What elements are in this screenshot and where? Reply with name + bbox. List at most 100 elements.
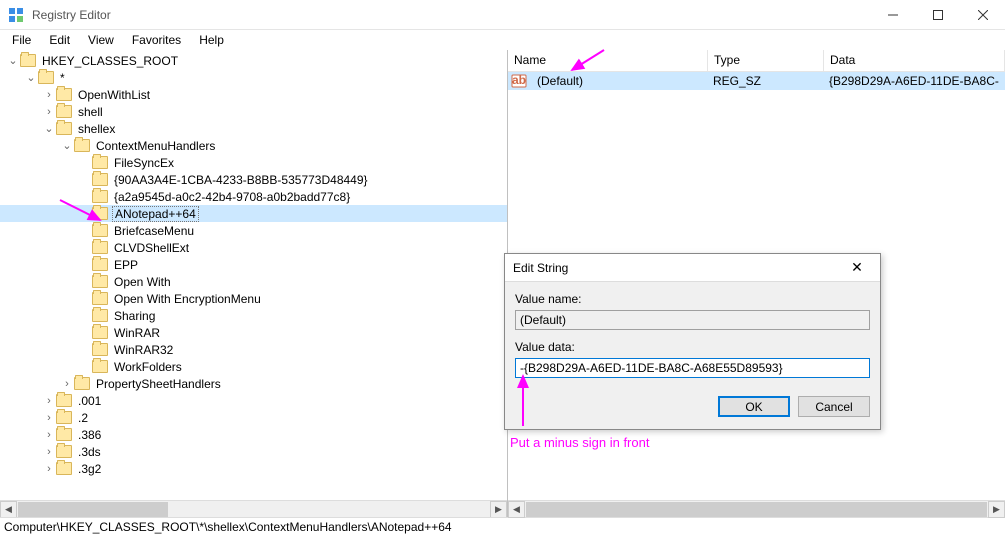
scroll-left-icon[interactable]: ◀ xyxy=(0,501,17,518)
scroll-right-icon[interactable]: ▶ xyxy=(988,501,1005,518)
tree-label: shell xyxy=(76,105,105,119)
tree-label: CLVDShellExt xyxy=(112,241,191,255)
values-header: Name Type Data xyxy=(508,50,1005,72)
tree-node-sibling[interactable]: ›.386 xyxy=(0,426,507,443)
tree-node-sibling[interactable]: ›.2 xyxy=(0,409,507,426)
tree-node-handler[interactable]: WinRAR32 xyxy=(0,341,507,358)
folder-icon xyxy=(92,292,108,305)
minimize-button[interactable] xyxy=(870,0,915,30)
tree-h-scrollbar[interactable]: ◀ ▶ xyxy=(0,500,507,517)
tree-node-handler[interactable]: BriefcaseMenu xyxy=(0,222,507,239)
main-area: ⌄HKEY_CLASSES_ROOT ⌄* ›OpenWithList › she… xyxy=(0,50,1005,517)
menu-help[interactable]: Help xyxy=(191,31,232,49)
folder-icon xyxy=(92,241,108,254)
tree-label: WorkFolders xyxy=(112,360,184,374)
tree-label: FileSyncEx xyxy=(112,156,176,170)
tree-node-sibling[interactable]: › .001 xyxy=(0,392,507,409)
app-icon xyxy=(8,7,24,23)
scroll-thumb[interactable] xyxy=(18,502,168,517)
menu-edit[interactable]: Edit xyxy=(41,31,78,49)
tree-node-sibling[interactable]: ›.3ds xyxy=(0,443,507,460)
value-data: {B298D29A-A6ED-11DE-BA8C- xyxy=(823,74,1005,88)
dialog-buttons: OK Cancel xyxy=(505,388,880,429)
tree-node-openwithlist[interactable]: ›OpenWithList xyxy=(0,86,507,103)
maximize-button[interactable] xyxy=(915,0,960,30)
col-header-data[interactable]: Data xyxy=(824,50,1005,71)
tree-node-shellex[interactable]: ⌄shellex xyxy=(0,120,507,137)
expand-icon[interactable]: › xyxy=(42,446,56,458)
expand-icon[interactable]: › xyxy=(42,395,56,407)
tree-label: {90AA3A4E-1CBA-4233-B8BB-535773D48449} xyxy=(112,173,370,187)
collapse-icon[interactable]: ⌄ xyxy=(6,54,20,67)
expand-icon[interactable]: › xyxy=(42,412,56,424)
dialog-close-button[interactable]: ✕ xyxy=(842,259,872,276)
folder-icon xyxy=(56,428,72,441)
tree-node-contextmenuhandlers[interactable]: ⌄ContextMenuHandlers xyxy=(0,137,507,154)
menu-view[interactable]: View xyxy=(80,31,122,49)
collapse-icon[interactable]: ⌄ xyxy=(24,71,38,84)
folder-icon xyxy=(92,224,108,237)
value-name-field[interactable] xyxy=(515,310,870,330)
value-name-label: Value name: xyxy=(515,292,870,306)
tree-node-sibling[interactable]: ›.3g2 xyxy=(0,460,507,477)
tree-node-shell[interactable]: › shell xyxy=(0,103,507,120)
ok-button[interactable]: OK xyxy=(718,396,790,417)
scroll-left-icon[interactable]: ◀ xyxy=(508,501,525,518)
tree-node-handler[interactable]: FileSyncEx xyxy=(0,154,507,171)
expand-icon[interactable]: › xyxy=(42,106,56,118)
tree-node-handler[interactable]: WinRAR xyxy=(0,324,507,341)
menu-file[interactable]: File xyxy=(4,31,39,49)
tree-node-handler[interactable]: CLVDShellExt xyxy=(0,239,507,256)
title-bar: Registry Editor xyxy=(0,0,1005,30)
values-h-scrollbar[interactable]: ◀ ▶ xyxy=(508,500,1005,517)
tree-label: ANotepad++64 xyxy=(112,206,199,222)
col-header-name[interactable]: Name xyxy=(508,50,708,71)
tree-label: .001 xyxy=(76,394,103,408)
tree-node-handler[interactable]: {a2a9545d-a0c2-42b4-9708-a0b2badd77c8} xyxy=(0,188,507,205)
value-type: REG_SZ xyxy=(707,74,823,88)
expand-icon[interactable]: › xyxy=(42,429,56,441)
tree-node-handler[interactable]: Open With EncryptionMenu xyxy=(0,290,507,307)
scroll-right-icon[interactable]: ▶ xyxy=(490,501,507,518)
folder-icon xyxy=(92,343,108,356)
tree-node-star[interactable]: ⌄* xyxy=(0,69,507,86)
tree-label: Open With EncryptionMenu xyxy=(112,292,263,306)
tree-node-handler[interactable]: EPP xyxy=(0,256,507,273)
tree-node-handler[interactable]: WorkFolders xyxy=(0,358,507,375)
folder-icon xyxy=(92,156,108,169)
tree-label: Open With xyxy=(112,275,173,289)
tree-node-handler[interactable]: {90AA3A4E-1CBA-4233-B8BB-535773D48449} xyxy=(0,171,507,188)
window-controls xyxy=(870,0,1005,30)
menu-favorites[interactable]: Favorites xyxy=(124,31,189,49)
col-header-type[interactable]: Type xyxy=(708,50,824,71)
collapse-icon[interactable]: ⌄ xyxy=(60,139,74,152)
expand-icon[interactable]: › xyxy=(42,89,56,101)
value-data-label: Value data: xyxy=(515,340,870,354)
dialog-title: Edit String xyxy=(513,261,842,275)
scroll-thumb[interactable] xyxy=(526,502,987,517)
value-row-default[interactable]: ab (Default) REG_SZ {B298D29A-A6ED-11DE-… xyxy=(508,72,1005,90)
menu-bar: File Edit View Favorites Help xyxy=(0,30,1005,50)
folder-icon xyxy=(92,326,108,339)
expand-icon[interactable]: › xyxy=(42,463,56,475)
tree-node-anotepad[interactable]: ANotepad++64 xyxy=(0,205,507,222)
close-button[interactable] xyxy=(960,0,1005,30)
tree-label: BriefcaseMenu xyxy=(112,224,196,238)
folder-icon xyxy=(56,105,72,118)
folder-icon xyxy=(92,258,108,271)
tree-node-handler[interactable]: Sharing xyxy=(0,307,507,324)
dialog-title-bar[interactable]: Edit String ✕ xyxy=(505,254,880,282)
expand-icon[interactable]: › xyxy=(60,378,74,390)
tree-node-handler[interactable]: Open With xyxy=(0,273,507,290)
registry-tree[interactable]: ⌄HKEY_CLASSES_ROOT ⌄* ›OpenWithList › she… xyxy=(0,50,507,500)
tree-node-root[interactable]: ⌄HKEY_CLASSES_ROOT xyxy=(0,52,507,69)
folder-icon xyxy=(92,173,108,186)
edit-string-dialog: Edit String ✕ Value name: Value data: OK… xyxy=(504,253,881,430)
cancel-button[interactable]: Cancel xyxy=(798,396,870,417)
value-name: (Default) xyxy=(531,74,707,88)
folder-icon xyxy=(56,411,72,424)
value-data-field[interactable] xyxy=(515,358,870,378)
annotation-text: Put a minus sign in front xyxy=(510,435,649,450)
tree-node-propertysheethandlers[interactable]: ›PropertySheetHandlers xyxy=(0,375,507,392)
collapse-icon[interactable]: ⌄ xyxy=(42,122,56,135)
